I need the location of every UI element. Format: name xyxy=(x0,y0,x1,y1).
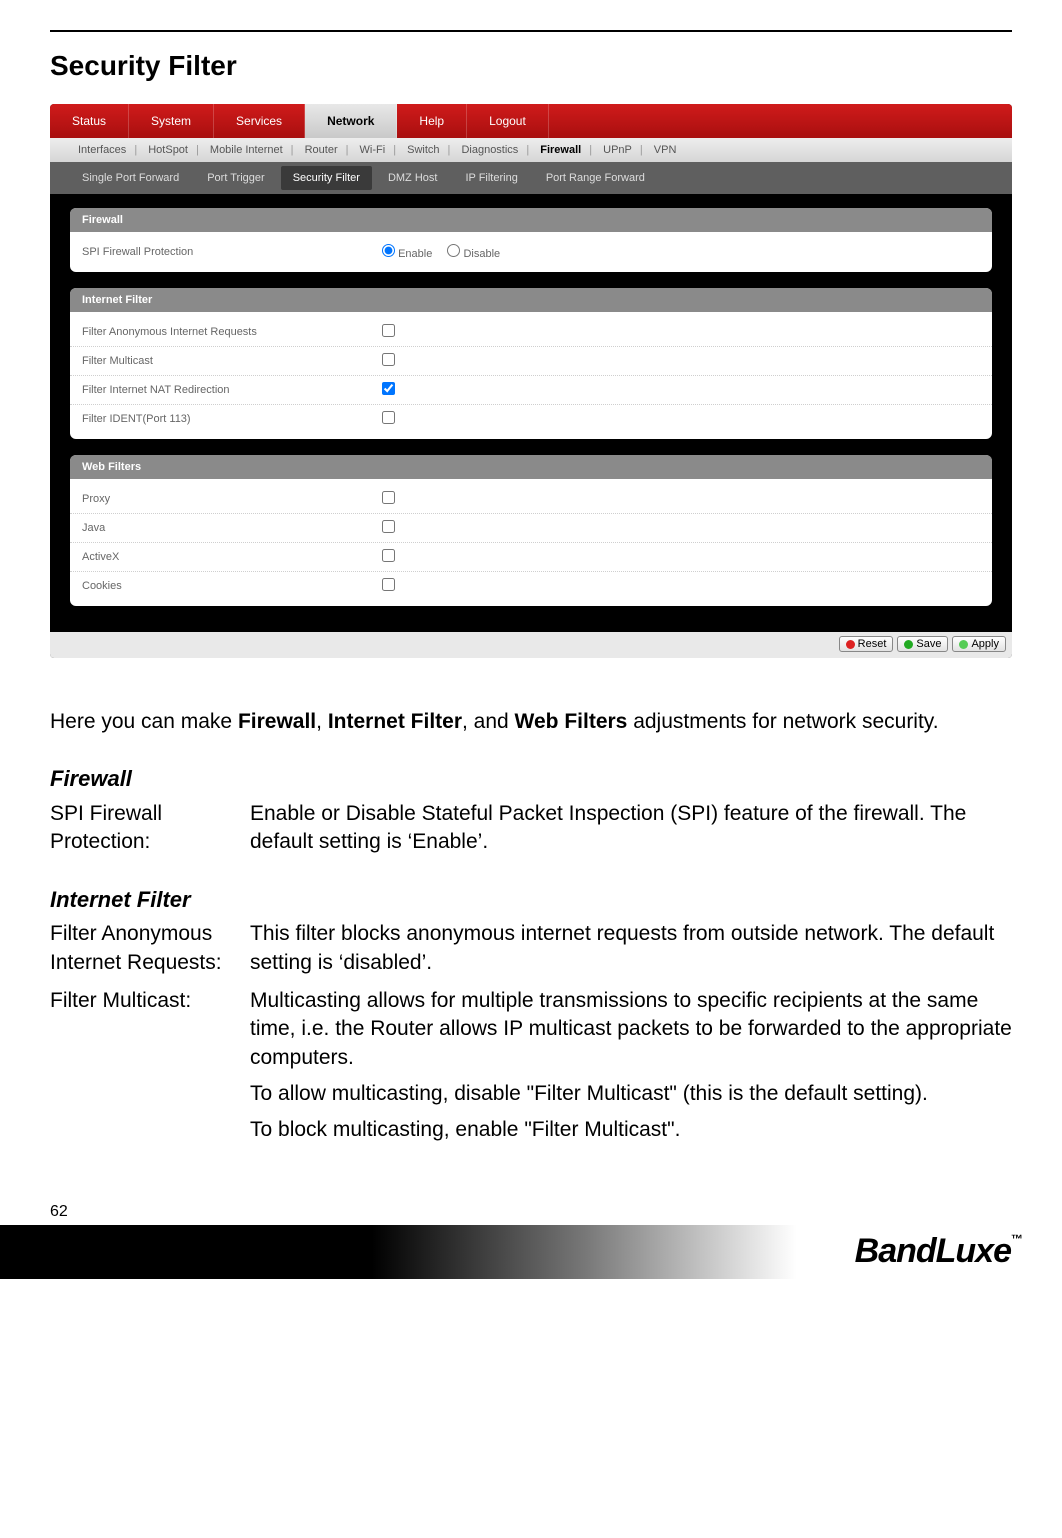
router-admin-ui: Status System Services Network Help Logo… xyxy=(50,104,1012,658)
row-filter-nat: Filter Internet NAT Redirection xyxy=(70,375,992,404)
save-button[interactable]: Save xyxy=(897,636,948,652)
documentation-text: Here you can make Firewall, Internet Fil… xyxy=(50,658,1012,1193)
thirdnav-ip-filtering[interactable]: IP Filtering xyxy=(453,166,529,190)
doc-spi-def: Enable or Disable Stateful Packet Inspec… xyxy=(250,800,1012,857)
doc-multicast-row: Filter Multicast: Multicasting allows fo… xyxy=(50,987,1012,1153)
filter-ident-label: Filter IDENT(Port 113) xyxy=(82,413,382,425)
apply-button[interactable]: Apply xyxy=(952,636,1006,652)
filter-nat-label: Filter Internet NAT Redirection xyxy=(82,384,382,396)
panel-web-filters-header: Web Filters xyxy=(70,455,992,479)
action-bar: Reset Save Apply xyxy=(50,632,1012,658)
footer-bar: BandLuxe™ xyxy=(0,1225,1062,1279)
doc-anon-row: Filter Anonymous Internet Requests: This… xyxy=(50,920,1012,977)
spi-firewall-label: SPI Firewall Protection xyxy=(82,246,382,258)
filter-anon-checkbox[interactable] xyxy=(382,324,395,337)
subnav-interfaces[interactable]: Interfaces xyxy=(70,144,134,156)
doc-anon-def: This filter blocks anonymous internet re… xyxy=(250,920,1012,977)
panel-firewall-header: Firewall xyxy=(70,208,992,232)
subnav-hotspot[interactable]: HotSpot xyxy=(140,144,196,156)
row-activex: ActiveX xyxy=(70,542,992,571)
row-java: Java xyxy=(70,513,992,542)
cookies-checkbox[interactable] xyxy=(382,578,395,591)
doc-spi-row: SPI Firewall Protection: Enable or Disab… xyxy=(50,800,1012,857)
thirdnav-single-port-forward[interactable]: Single Port Forward xyxy=(70,166,191,190)
spi-disable-option[interactable]: Disable xyxy=(447,248,500,260)
subnav-wifi[interactable]: Wi-Fi xyxy=(352,144,394,156)
tab-system[interactable]: System xyxy=(129,104,214,138)
subnav-upnp[interactable]: UPnP xyxy=(595,144,640,156)
panel-internet-filter-header: Internet Filter xyxy=(70,288,992,312)
brand-logo: BandLuxe™ xyxy=(855,1232,1022,1271)
doc-firewall-title: Firewall xyxy=(50,764,1012,794)
thirdnav-security-filter[interactable]: Security Filter xyxy=(281,166,372,190)
subnav-router[interactable]: Router xyxy=(297,144,346,156)
sub-nav: Interfaces| HotSpot| Mobile Internet| Ro… xyxy=(50,138,1012,162)
activex-checkbox[interactable] xyxy=(382,549,395,562)
filter-nat-checkbox[interactable] xyxy=(382,382,395,395)
panel-internet-filter: Internet Filter Filter Anonymous Interne… xyxy=(70,288,992,439)
subnav-diagnostics[interactable]: Diagnostics xyxy=(453,144,526,156)
cookies-label: Cookies xyxy=(82,580,382,592)
top-rule xyxy=(50,30,1012,32)
row-filter-multicast: Filter Multicast xyxy=(70,346,992,375)
subnav-mobile-internet[interactable]: Mobile Internet xyxy=(202,144,291,156)
java-label: Java xyxy=(82,522,382,534)
tab-help[interactable]: Help xyxy=(397,104,467,138)
save-icon xyxy=(904,640,913,649)
doc-multicast-term: Filter Multicast: xyxy=(50,987,250,1153)
subnav-firewall[interactable]: Firewall xyxy=(532,144,589,156)
panel-web-filters: Web Filters Proxy Java ActiveX xyxy=(70,455,992,606)
thirdnav-dmz-host[interactable]: DMZ Host xyxy=(376,166,450,190)
row-filter-anon: Filter Anonymous Internet Requests xyxy=(70,318,992,346)
page-title: Security Filter xyxy=(50,50,1012,82)
doc-multicast-def: Multicasting allows for multiple transmi… xyxy=(250,987,1012,1153)
tab-logout[interactable]: Logout xyxy=(467,104,549,138)
spi-disable-radio[interactable] xyxy=(447,244,460,257)
main-tabs: Status System Services Network Help Logo… xyxy=(50,104,1012,138)
reset-icon xyxy=(846,640,855,649)
thirdnav-port-range-forward[interactable]: Port Range Forward xyxy=(534,166,657,190)
row-spi-firewall: SPI Firewall Protection Enable Disable xyxy=(70,238,992,266)
spi-enable-radio[interactable] xyxy=(382,244,395,257)
filter-multicast-checkbox[interactable] xyxy=(382,353,395,366)
reset-button[interactable]: Reset xyxy=(839,636,894,652)
doc-internet-filter-title: Internet Filter xyxy=(50,885,1012,915)
row-filter-ident: Filter IDENT(Port 113) xyxy=(70,404,992,433)
java-checkbox[interactable] xyxy=(382,520,395,533)
doc-anon-term: Filter Anonymous Internet Requests: xyxy=(50,920,250,977)
proxy-label: Proxy xyxy=(82,493,382,505)
filter-anon-label: Filter Anonymous Internet Requests xyxy=(82,326,382,338)
activex-label: ActiveX xyxy=(82,551,382,563)
tab-status[interactable]: Status xyxy=(50,104,129,138)
spi-enable-option[interactable]: Enable xyxy=(382,248,432,260)
tab-services[interactable]: Services xyxy=(214,104,305,138)
row-cookies: Cookies xyxy=(70,571,992,600)
thirdnav-port-trigger[interactable]: Port Trigger xyxy=(195,166,276,190)
row-proxy: Proxy xyxy=(70,485,992,513)
proxy-checkbox[interactable] xyxy=(382,491,395,504)
subnav-switch[interactable]: Switch xyxy=(399,144,447,156)
page-number: 62 xyxy=(0,1193,1062,1225)
apply-icon xyxy=(959,640,968,649)
filter-multicast-label: Filter Multicast xyxy=(82,355,382,367)
panels-wrap: Firewall SPI Firewall Protection Enable … xyxy=(50,194,1012,632)
panel-firewall: Firewall SPI Firewall Protection Enable … xyxy=(70,208,992,272)
filter-ident-checkbox[interactable] xyxy=(382,411,395,424)
tab-network[interactable]: Network xyxy=(305,104,397,138)
third-nav: Single Port Forward Port Trigger Securit… xyxy=(50,162,1012,194)
doc-intro: Here you can make Firewall, Internet Fil… xyxy=(50,708,1012,736)
subnav-vpn[interactable]: VPN xyxy=(646,144,685,156)
doc-spi-term: SPI Firewall Protection: xyxy=(50,800,250,857)
